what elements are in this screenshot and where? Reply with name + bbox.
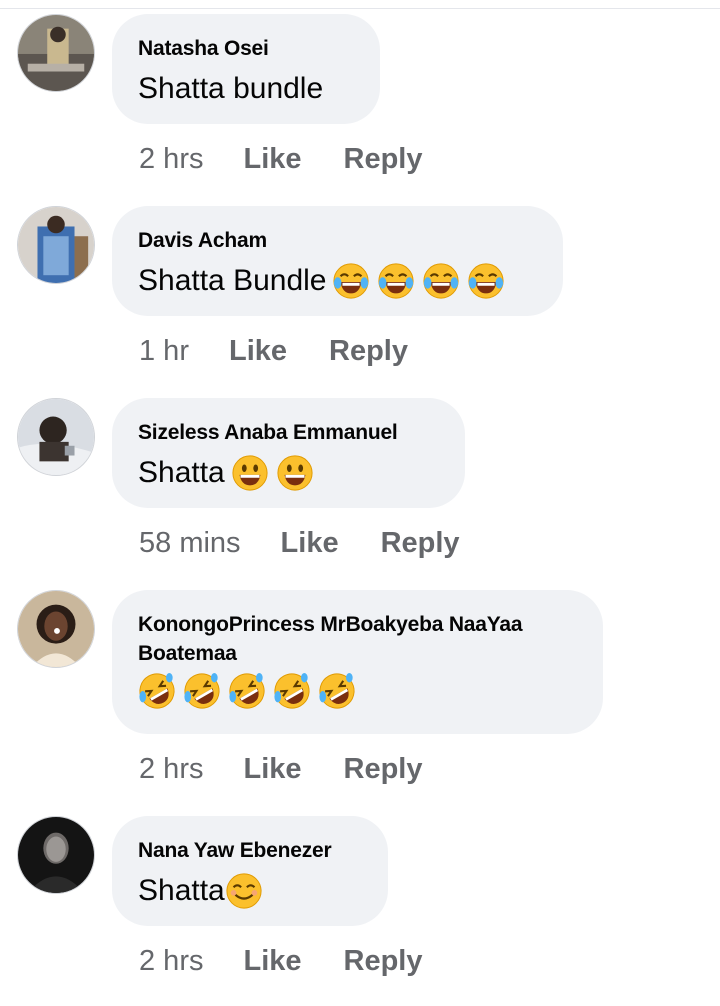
comment-author[interactable]: Sizeless Anaba Emmanuel: [138, 418, 439, 447]
rolling-laughing-emoji: [273, 672, 311, 710]
reply-button[interactable]: Reply: [344, 143, 423, 176]
tears-of-joy-emoji: [332, 262, 370, 300]
comment-text-content: Shatta: [138, 874, 225, 907]
comment-text: [138, 672, 577, 710]
avatar[interactable]: [17, 398, 95, 476]
rolling-laughing-emoji: [183, 672, 221, 710]
smiling-face-emoji: [225, 872, 263, 910]
comment-meta: 2 hrs Like Reply: [139, 941, 465, 981]
comment-text-content: Shatta bundle: [138, 72, 324, 105]
tears-of-joy-emoji: [422, 262, 460, 300]
comment-time[interactable]: 2 hrs: [139, 143, 203, 176]
reply-button[interactable]: Reply: [344, 945, 423, 978]
like-button[interactable]: Like: [243, 945, 301, 978]
tears-of-joy-emoji: [377, 262, 415, 300]
reply-button[interactable]: Reply: [381, 527, 460, 560]
comment-meta: 2 hrs Like Reply: [139, 749, 465, 789]
top-divider: [0, 8, 720, 9]
comment-bubble: KonongoPrincess MrBoakyeba NaaYaa Boatem…: [112, 590, 603, 734]
rolling-laughing-emoji: [318, 672, 356, 710]
avatar[interactable]: [17, 206, 95, 284]
reply-button[interactable]: Reply: [344, 753, 423, 786]
comment-time[interactable]: 1 hr: [139, 335, 189, 368]
like-button[interactable]: Like: [243, 143, 301, 176]
comment-bubble: Sizeless Anaba Emmanuel Shatta: [112, 398, 465, 508]
like-button[interactable]: Like: [243, 753, 301, 786]
grinning-face-emoji: [231, 454, 269, 492]
comment-bubble: Natasha Osei Shatta bundle: [112, 14, 380, 124]
avatar[interactable]: [17, 14, 95, 92]
comment-text: Shatta: [138, 871, 362, 911]
comment-meta: 1 hr Like Reply: [139, 331, 450, 371]
comment-text-content: Shatta Bundle: [138, 264, 327, 297]
comment-author[interactable]: KonongoPrincess MrBoakyeba NaaYaa Boatem…: [138, 610, 583, 668]
comment-text-content: Shatta: [138, 456, 225, 489]
comment-author[interactable]: Nana Yaw Ebenezer: [138, 836, 362, 865]
tears-of-joy-emoji: [467, 262, 505, 300]
comment-author[interactable]: Davis Acham: [138, 226, 537, 255]
avatar[interactable]: [17, 816, 95, 894]
comment-time[interactable]: 58 mins: [139, 527, 241, 560]
comment-text: Shatta Bundle: [138, 261, 537, 301]
grinning-face-emoji: [276, 454, 314, 492]
like-button[interactable]: Like: [229, 335, 287, 368]
comment-time[interactable]: 2 hrs: [139, 753, 203, 786]
comment-meta: 2 hrs Like Reply: [139, 139, 465, 179]
reply-button[interactable]: Reply: [329, 335, 408, 368]
comment-bubble: Nana Yaw Ebenezer Shatta: [112, 816, 388, 926]
comment-time[interactable]: 2 hrs: [139, 945, 203, 978]
comment-text: Shatta bundle: [138, 69, 354, 109]
rolling-laughing-emoji: [138, 672, 176, 710]
comment-meta: 58 mins Like Reply: [139, 523, 502, 563]
comment-bubble: Davis Acham Shatta Bundle: [112, 206, 563, 316]
like-button[interactable]: Like: [281, 527, 339, 560]
rolling-laughing-emoji: [228, 672, 266, 710]
comment-author[interactable]: Natasha Osei: [138, 34, 354, 63]
comment-text: Shatta: [138, 453, 439, 493]
avatar[interactable]: [17, 590, 95, 668]
